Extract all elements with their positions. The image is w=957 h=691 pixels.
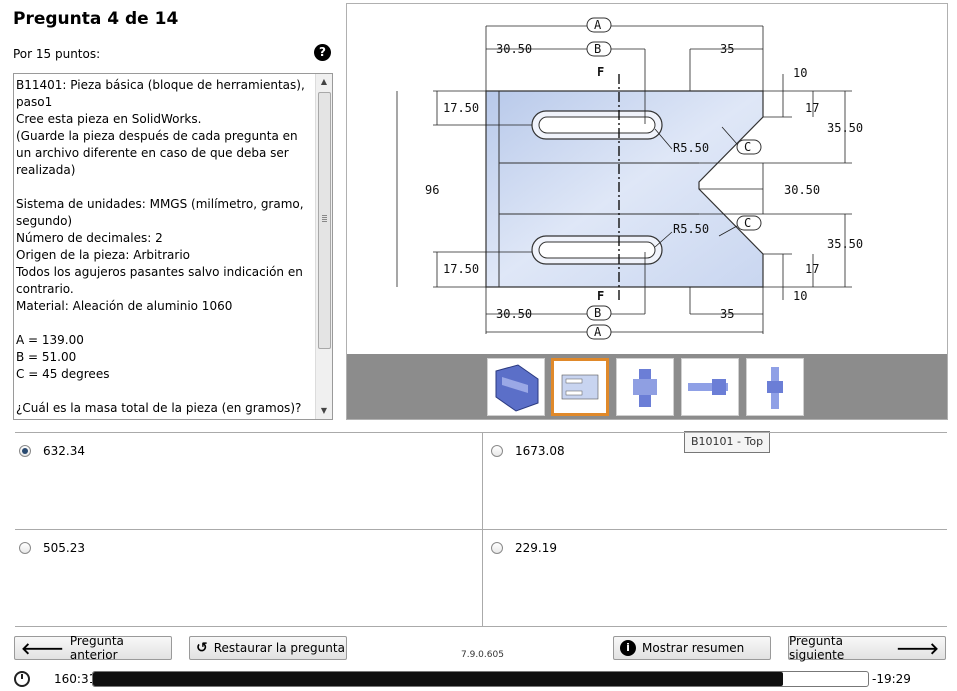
dim-label-b-bottom: B (594, 306, 601, 320)
points-label: Por 15 puntos: (13, 47, 101, 61)
show-summary-label: Mostrar resumen (642, 641, 745, 655)
dim-35-top: 35 (720, 42, 734, 56)
show-summary-button[interactable]: i Mostrar resumen (613, 636, 771, 660)
answer-option-1[interactable]: 632.34 (19, 444, 85, 458)
dim-35-50-bottom: 35.50 (827, 237, 863, 251)
arrow-right-icon: 🡒 (896, 639, 939, 658)
arrow-left-icon: 🡐 (21, 639, 64, 658)
radio-button-checked[interactable] (19, 445, 31, 457)
dim-17-50-bottom: 17.50 (443, 262, 479, 276)
dim-label-b: B (594, 42, 601, 56)
radio-button[interactable] (491, 445, 503, 457)
time-progress-fill (93, 672, 783, 686)
previous-question-label: Pregunta anterior (69, 634, 124, 662)
answer-label: 632.34 (43, 444, 85, 458)
page-title: Pregunta 4 de 14 (13, 9, 179, 29)
info-icon: i (620, 640, 636, 656)
thumbnail-top-view[interactable] (551, 358, 609, 416)
question-text-box[interactable]: B11401: Pieza básica (bloque de herramie… (13, 73, 333, 420)
answer-grid: 632.34 1673.08 505.23 229.19 (15, 432, 947, 627)
question-text: B11401: Pieza básica (bloque de herramie… (16, 78, 305, 415)
scroll-up-icon[interactable]: ▲ (316, 74, 332, 90)
answer-label: 1673.08 (515, 444, 565, 458)
technical-drawing: A B 30.50 35 10 17 35.50 17.50 96 R5.50 … (347, 4, 947, 354)
image-viewer: A B 30.50 35 10 17 35.50 17.50 96 R5.50 … (346, 3, 948, 420)
next-question-button[interactable]: Pregunta siguiente 🡒 (788, 634, 946, 662)
scroll-down-icon[interactable]: ▼ (316, 403, 332, 419)
elapsed-time: 160:31 (54, 672, 97, 686)
dim-label-c-bottom: C (744, 216, 751, 230)
dim-label-a: A (594, 18, 602, 32)
question-scrollbar[interactable]: ▲ ▼ (315, 74, 332, 419)
part-body (485, 74, 764, 301)
dim-17-50-top: 17.50 (443, 101, 479, 115)
dim-96: 96 (425, 183, 439, 197)
remaining-time: -19:29 (872, 672, 911, 686)
answer-label: 229.19 (515, 541, 557, 555)
dim-17-top: 17 (805, 101, 819, 115)
dim-35-50-top: 35.50 (827, 121, 863, 135)
answer-option-4[interactable]: 229.19 (491, 541, 557, 555)
thumbnail-detail-view[interactable] (746, 358, 804, 416)
dim-35-bottom: 35 (720, 307, 734, 321)
thumbnail-front-view[interactable] (616, 358, 674, 416)
radio-button[interactable] (19, 542, 31, 554)
reset-question-label: Restaurar la pregunta (213, 641, 345, 655)
previous-question-button[interactable]: 🡐 Pregunta anterior (14, 634, 172, 662)
reset-question-button[interactable]: ↺ Restaurar la pregunta (189, 636, 347, 660)
dim-17-bottom: 17 (805, 262, 819, 276)
version-label: 7.9.0.605 (461, 650, 504, 660)
thumbnail-side-view[interactable] (681, 358, 739, 416)
clock-icon (14, 671, 30, 687)
dim-30-50-right: 30.50 (784, 183, 820, 197)
dim-label-c-top: C (744, 140, 751, 154)
thumbnail-isometric-view[interactable] (487, 358, 545, 416)
dim-r5-50-top: R5.50 (673, 141, 709, 155)
time-progress-bar (92, 671, 869, 687)
answer-option-3[interactable]: 505.23 (19, 541, 85, 555)
dim-label-a-bottom: A (594, 325, 602, 339)
next-question-label: Pregunta siguiente (789, 634, 845, 662)
dim-30-50-top: 30.50 (496, 42, 532, 56)
section-label-f-top: F (597, 65, 604, 79)
scrollbar-thumb[interactable] (318, 92, 331, 349)
question-circle-icon[interactable]: ? (314, 44, 331, 61)
dim-10-top: 10 (793, 66, 807, 80)
answer-label: 505.23 (43, 541, 85, 555)
reset-icon: ↺ (196, 640, 208, 656)
section-label-f-bottom: F (597, 289, 604, 303)
dim-10-bottom: 10 (793, 289, 807, 303)
dim-30-50-bottom: 30.50 (496, 307, 532, 321)
radio-button[interactable] (491, 542, 503, 554)
answer-option-2[interactable]: 1673.08 (491, 444, 565, 458)
dim-r5-50-bottom: R5.50 (673, 222, 709, 236)
